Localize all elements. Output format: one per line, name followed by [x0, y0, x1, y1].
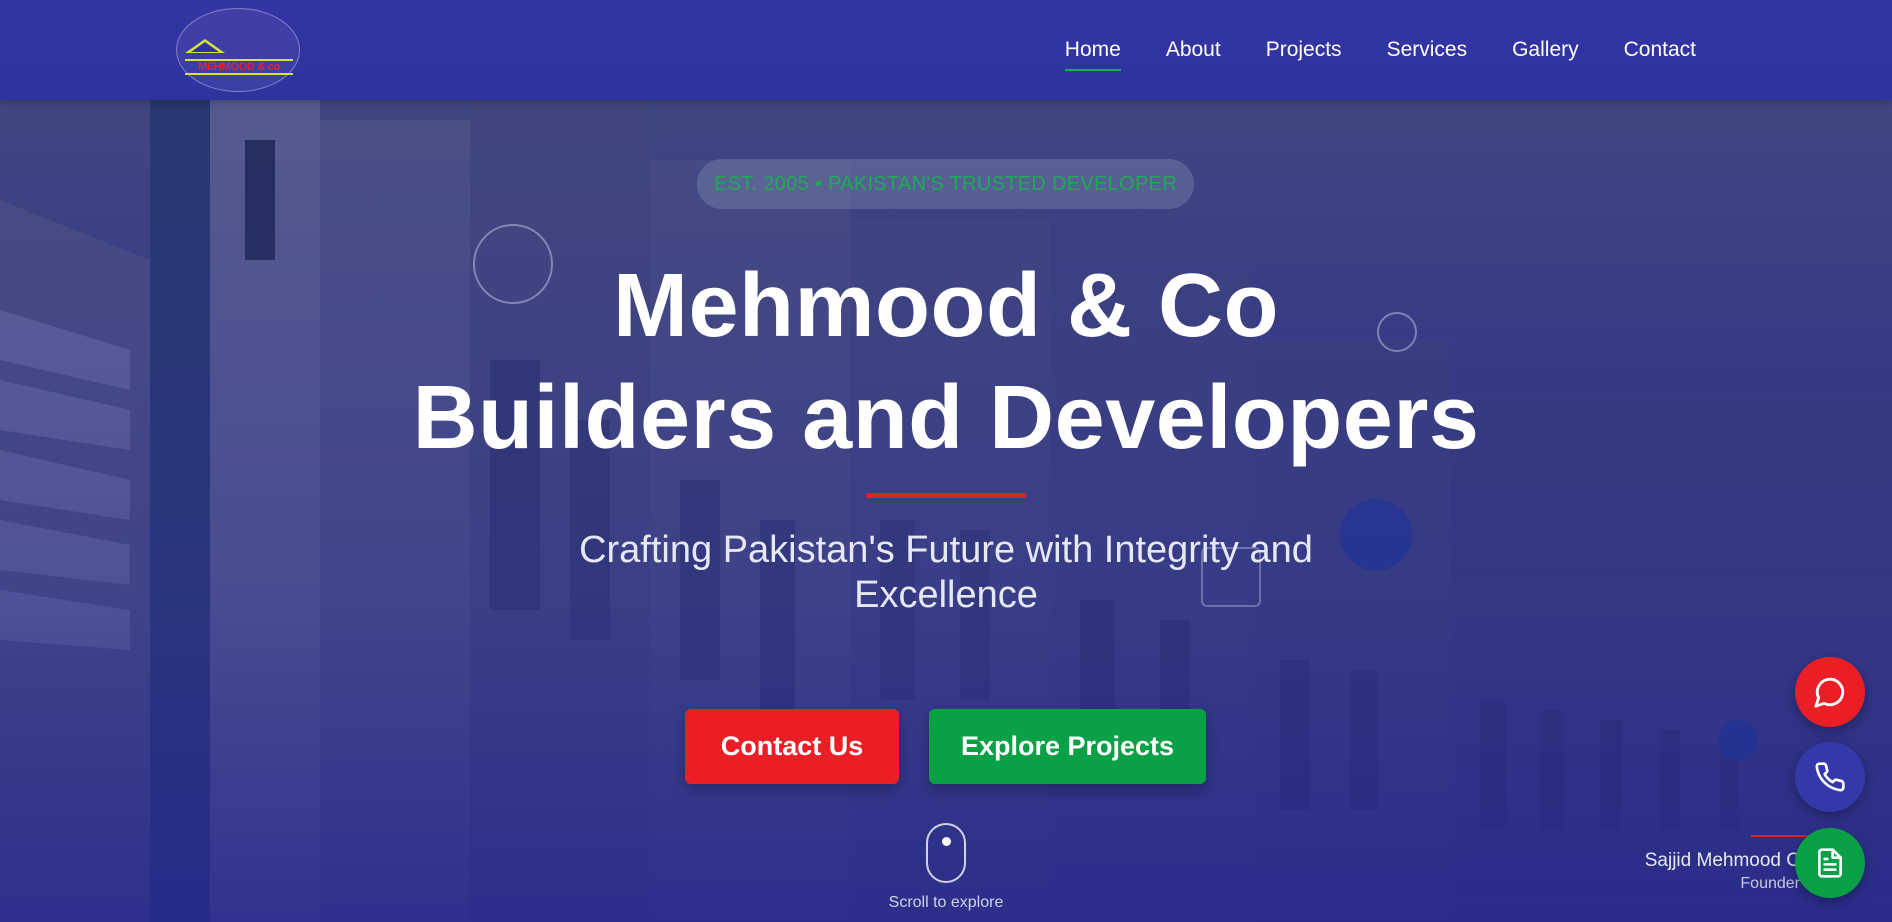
scroll-hint: Scroll to explore [888, 894, 1004, 911]
founder-name: Sajjid Mehmood C [1644, 850, 1800, 871]
house-roof-icon [185, 39, 225, 53]
title-divider [866, 493, 1026, 498]
scroll-mouse-icon[interactable] [926, 823, 966, 883]
nav-menu: Home About Projects Services Gallery Con… [1064, 0, 1696, 100]
document-icon [1818, 848, 1842, 878]
chat-button[interactable] [1795, 657, 1865, 727]
hero-section: EST. 2005 • PAKISTAN'S TRUSTED DEVELOPER… [0, 100, 1892, 922]
phone-icon [1815, 762, 1845, 792]
nav-link-about[interactable]: About [1166, 38, 1221, 62]
hero-subtitle: Crafting Pakistan's Future with Integrit… [579, 529, 1313, 616]
founder-role: Founder [1740, 875, 1800, 892]
chat-icon [1814, 677, 1845, 708]
nav-link-projects[interactable]: Projects [1266, 38, 1342, 62]
company-logo[interactable]: MEHMOOD & co [176, 8, 300, 92]
explore-projects-button[interactable]: Explore Projects [929, 709, 1206, 784]
decorative-blob [1718, 720, 1758, 760]
nav-link-gallery[interactable]: Gallery [1512, 38, 1579, 62]
logo-text: MEHMOOD & co [198, 61, 280, 73]
nav-link-services[interactable]: Services [1387, 38, 1468, 62]
hero-title: Mehmood & Co Builders and Developers [412, 256, 1480, 468]
nav-link-home[interactable]: Home [1064, 38, 1121, 71]
nav-link-contact[interactable]: Contact [1624, 38, 1696, 62]
established-badge: EST. 2005 • PAKISTAN'S TRUSTED DEVELOPER [697, 159, 1194, 209]
founder-divider [1751, 835, 1811, 837]
contact-us-button[interactable]: Contact Us [685, 709, 899, 784]
top-navbar: MEHMOOD & co Home About Projects Service… [0, 0, 1892, 100]
document-button[interactable] [1795, 828, 1865, 898]
phone-button[interactable] [1795, 742, 1865, 812]
